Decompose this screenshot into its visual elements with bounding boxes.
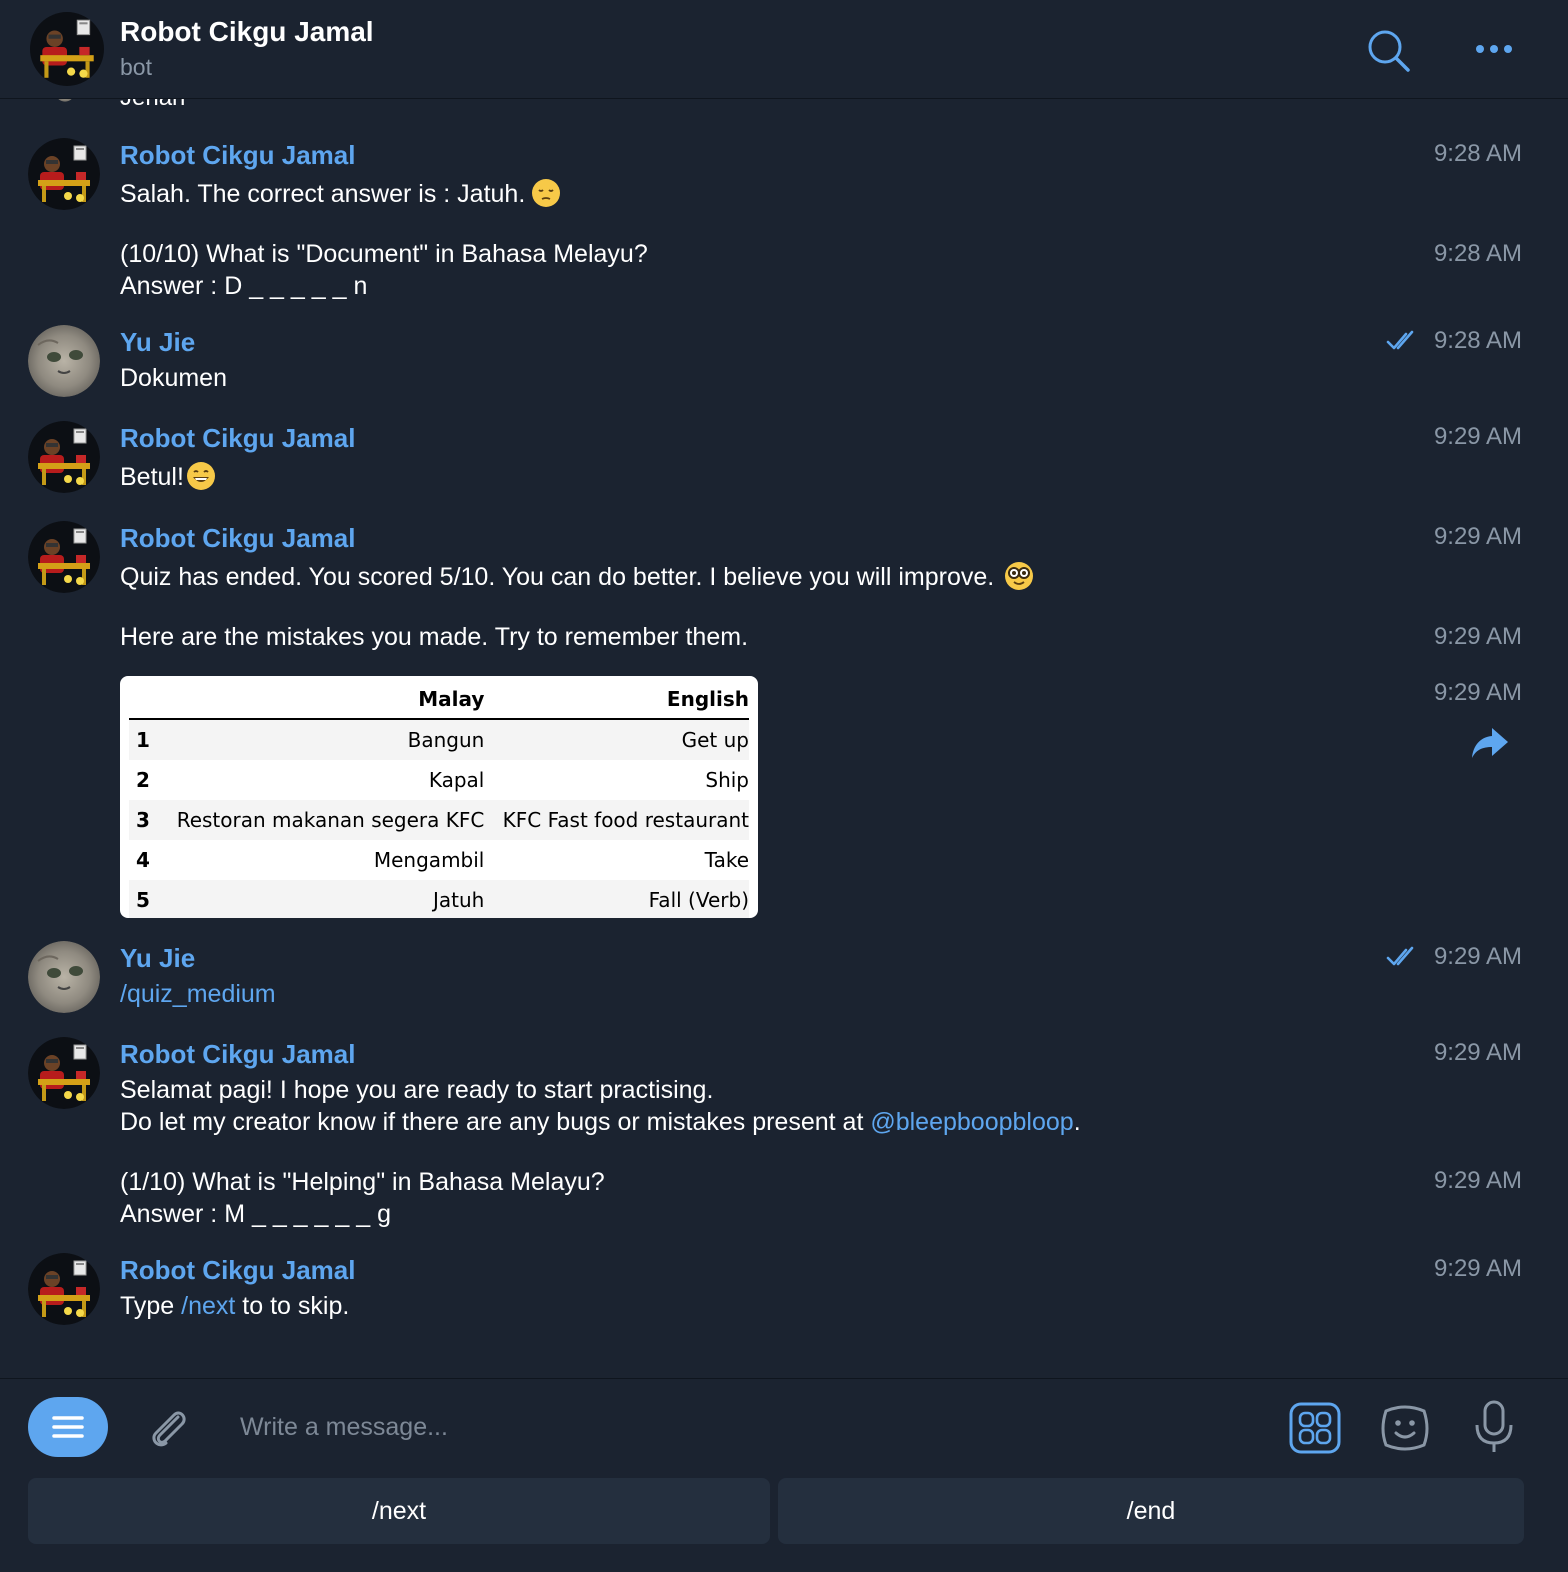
user-avatar[interactable] [28,941,100,1013]
message-input[interactable] [226,1405,1254,1449]
message-sender[interactable]: Robot Cikgu Jamal [120,523,355,554]
message-line: (1/10) What is "Helping" in Bahasa Melay… [120,1168,605,1196]
pensive-face-icon [532,179,561,207]
table-header: English [494,682,749,720]
message-text: Salah. The correct answer is : Jatuh. [120,178,561,210]
mistakes-table-image[interactable]: Malay English 1 Bangun Get up 2 Kapal Sh… [120,676,758,918]
bot-avatar[interactable] [28,138,100,210]
message-text: Selamat pagi! I hope you are ready to st… [120,1074,1081,1138]
message-time: 9:28 AM [1433,327,1522,354]
bot-avatar[interactable] [28,421,100,493]
message-sender[interactable]: Robot Cikgu Jamal [120,140,355,171]
mic-icon[interactable] [1472,1399,1516,1455]
table-cell: Jatuh [166,880,495,918]
table-cell: 4 [136,848,150,872]
table-cell: Restoran makanan segera KFC [166,800,495,840]
table-row: 3 Restoran makanan segera KFC KFC Fast f… [129,800,749,840]
mention-link[interactable]: @bleepboopbloop [870,1108,1073,1136]
nerd-face-icon [1005,562,1034,590]
message-sender[interactable]: Robot Cikgu Jamal [120,423,355,454]
bot-avatar[interactable] [28,1253,100,1325]
bot-menu-button[interactable] [28,1397,108,1457]
message-time: 9:29 AM [1433,1167,1522,1194]
message-time: 9:29 AM [1433,943,1522,970]
sticker-icon[interactable] [1378,1401,1432,1455]
table-header: Malay [166,682,495,720]
command-link[interactable]: /next [181,1292,235,1320]
table-row: 5 Jatuh Fall (Verb) [129,880,749,918]
message-text: Type /next to to skip. [120,1292,350,1320]
table-cell: KFC Fast food restaurant [494,800,749,840]
table-cell: Bangun [166,719,495,760]
message-text: (1/10) What is "Helping" in Bahasa Melay… [120,1166,605,1230]
bot-keyboard: /next /end [0,1474,1568,1572]
message-sender[interactable]: Robot Cikgu Jamal [120,1039,355,1070]
bot-avatar[interactable] [30,12,104,86]
more-icon[interactable] [1470,36,1518,62]
message-time: 9:29 AM [1433,523,1522,550]
message-text-partial: Jenah [120,98,185,108]
keyboard-button-next[interactable]: /next [28,1478,770,1544]
double-check-icon [1386,945,1418,969]
table-header-row: Malay English [129,682,749,720]
table-cell: Fall (Verb) [494,880,749,918]
message-sender[interactable]: Yu Jie [120,327,195,358]
message-time: 9:29 AM [1433,1255,1522,1282]
message-time: 9:28 AM [1433,140,1522,167]
double-check-icon [1386,329,1418,353]
chat-title[interactable]: Robot Cikgu Jamal [120,16,374,48]
message-text: Here are the mistakes you made. Try to r… [120,623,749,651]
command-link[interactable]: /quiz_medium [120,978,276,1010]
message-time: 9:29 AM [1433,1039,1522,1066]
message-time: 9:28 AM [1433,240,1522,267]
cat-avatar-partial [55,98,75,102]
table-cell: 2 [136,768,150,792]
table-cell: 1 [129,719,166,760]
user-avatar[interactable] [28,325,100,397]
share-icon[interactable] [1470,726,1510,760]
menu-icon [52,1416,84,1438]
table-cell: Mengambil [373,848,485,872]
table-cell: Take [704,848,749,872]
table-cell: Get up [494,719,749,760]
chat-header: Robot Cikgu Jamal bot [0,0,1568,99]
attach-icon[interactable] [144,1403,192,1451]
message-sender[interactable]: Yu Jie [120,943,195,974]
search-icon[interactable] [1366,28,1412,74]
message-time: 9:29 AM [1433,423,1522,450]
table-header [129,682,166,720]
bot-avatar[interactable] [28,521,100,593]
keyboard-button-end[interactable]: /end [778,1478,1524,1544]
table-cell: 3 [129,800,166,840]
message-text: Quiz has ended. You scored 5/10. You can… [120,561,1034,593]
message-time: 9:29 AM [1433,679,1522,706]
composer-bar [0,1378,1568,1475]
table-cell: 5 [129,880,166,918]
chat-subtitle: bot [120,54,152,80]
message-line: Selamat pagi! I hope you are ready to st… [120,1076,714,1104]
message-time: 9:29 AM [1433,623,1522,650]
bot-avatar[interactable] [28,1037,100,1109]
message-text: (10/10) What is "Document" in Bahasa Mel… [120,238,648,302]
message-text: Dokumen [120,364,227,392]
table-cell: Ship [705,768,749,792]
keyboard-icon[interactable] [1288,1401,1342,1455]
message-sender[interactable]: Robot Cikgu Jamal [120,1255,355,1286]
table-row: 1 Bangun Get up [129,719,749,760]
grinning-face-icon [186,462,215,490]
message-line: Answer : D _ _ _ _ _ n [120,272,368,300]
table-row: 2 Kapal Ship [129,760,749,800]
mistakes-table: Malay English 1 Bangun Get up 2 Kapal Sh… [129,682,749,918]
message-line: Do let my creator know if there are any … [120,1108,1081,1136]
table-row: 4 Mengambil Take [129,840,749,880]
message-text: Betul! [120,461,216,493]
message-line: (10/10) What is "Document" in Bahasa Mel… [120,240,648,268]
message-line: Answer : M _ _ _ _ _ _ g [120,1200,391,1228]
table-cell: Kapal [428,768,485,792]
